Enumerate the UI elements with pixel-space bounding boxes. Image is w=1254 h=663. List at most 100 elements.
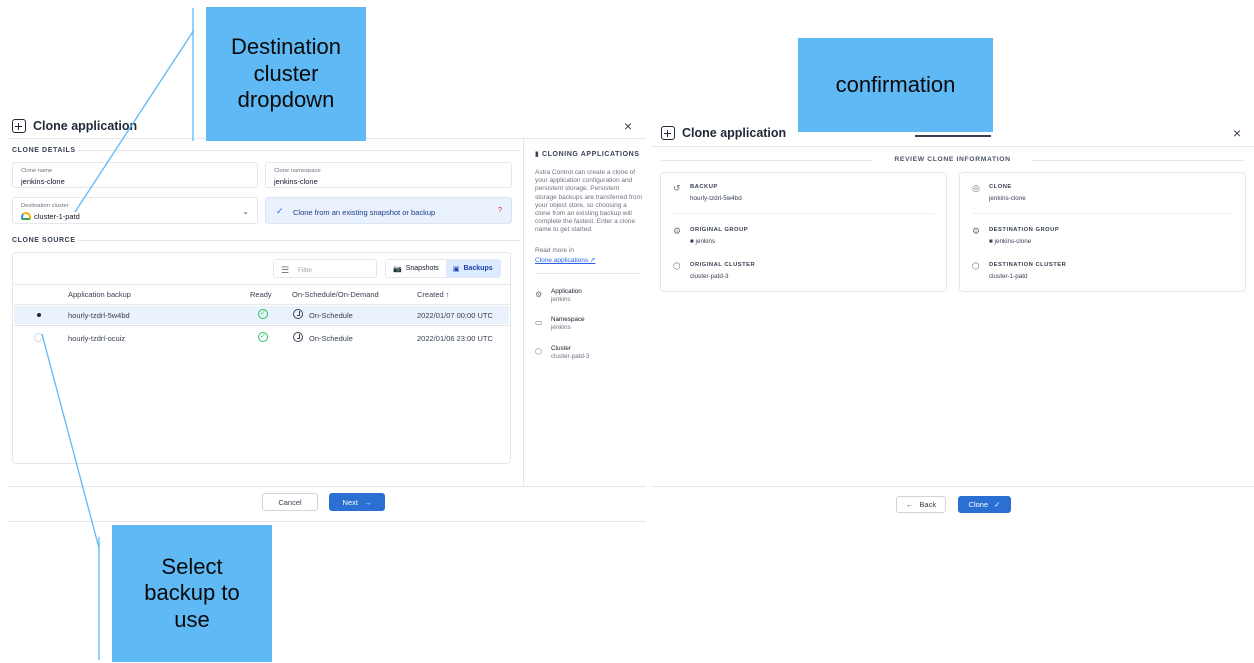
column-ready[interactable]: Ready (250, 290, 272, 299)
backup-value: hourly-tzdrl-5w4bd (690, 195, 742, 202)
history-icon: ↺ (673, 183, 681, 193)
cloning-heading-text: CLONING APPLICATIONS (542, 151, 640, 158)
column-created[interactable]: Created ↑ (417, 290, 450, 299)
ready-check-icon: ✓ (258, 332, 268, 342)
book-icon: ▮ (535, 151, 542, 158)
clone-namespace-label: Clone namespace (274, 168, 321, 174)
cluster-icon: ⬡ (535, 347, 542, 356)
camera-icon: 📷 (393, 265, 402, 273)
original-cluster-key: ORIGINAL CLUSTER (690, 262, 756, 268)
tab-backups[interactable]: ▣ Backups (445, 260, 500, 277)
schedule-type: On-Schedule (309, 334, 353, 343)
section-divider-2 (78, 240, 520, 241)
source-type-toggle: 📷 Snapshots ▣ Backups (385, 259, 501, 278)
close-icon[interactable]: × (624, 118, 632, 134)
review-clone-dialog: Clone application × REVIEW CLONE INFORMA… (651, 118, 1254, 518)
cancel-button[interactable]: Cancel (262, 493, 318, 511)
created-date: 2022/01/06 23:00 UTC (417, 334, 493, 343)
destination-cluster-value: cluster-1-patd (21, 212, 80, 221)
tab-backups-label: Backups (463, 265, 493, 272)
clone-name-value: jenkins-clone (21, 177, 65, 186)
destination-info-card: ◎ CLONE jenkins-clone ⚙ DESTINATION GROU… (959, 172, 1246, 292)
tab-snapshots[interactable]: 📷 Snapshots (386, 260, 446, 277)
column-application-backup[interactable]: Application backup (68, 290, 131, 299)
next-button[interactable]: Next → (329, 493, 385, 511)
back-button[interactable]: ← Back (896, 496, 946, 513)
original-group-key: ORIGINAL GROUP (690, 227, 749, 233)
clock-icon (293, 309, 303, 319)
row-radio[interactable] (34, 310, 43, 319)
application-key: Application (551, 288, 582, 295)
sort-up-icon: ↑ (445, 290, 450, 299)
tab-snapshots-label: Snapshots (405, 265, 439, 272)
table-row[interactable]: hourly-tzdrl-5w4bd ✓ On-Schedule 2022/01… (14, 306, 509, 324)
cluster-icon: ⬡ (673, 261, 681, 271)
close-icon[interactable]: × (1233, 125, 1241, 141)
clone-namespace-field[interactable]: Clone namespace jenkins-clone (265, 162, 512, 188)
clone-name-label: Clone name (21, 168, 53, 174)
cluster-value: cluster-patd-3 (551, 353, 590, 360)
footer-divider (8, 486, 646, 487)
next-label: Next (342, 497, 358, 507)
side-divider (535, 273, 640, 274)
namespace-value: jenkins (551, 324, 571, 331)
review-clone-heading: REVIEW CLONE INFORMATION (651, 156, 1254, 163)
dialog-bottom-edge (8, 521, 646, 522)
filter-placeholder: Filter (298, 267, 313, 274)
footer-divider (651, 486, 1254, 487)
namespace-key: Namespace (551, 316, 585, 323)
chevron-down-icon: ⌄ (242, 207, 249, 216)
review-dialog-title: Clone application (661, 126, 786, 140)
step-progress-indicator (915, 135, 991, 137)
check-icon: ✓ (994, 500, 1001, 509)
destination-cluster-text: cluster-1-patd (34, 212, 80, 221)
clone-icon: ◎ (972, 183, 980, 193)
group-icon: ⚙ (972, 226, 981, 236)
section-divider (78, 150, 520, 151)
table-row[interactable]: hourly-tzdrl-ocuiz ✓ On-Schedule 2022/01… (14, 329, 509, 347)
header-divider (651, 146, 1254, 147)
backup-key: BACKUP (690, 184, 718, 190)
callout-destination-cluster: Destination cluster dropdown (206, 7, 366, 141)
header-row-divider (13, 304, 510, 305)
clone-applications-link[interactable]: Clone applications ↗ (535, 256, 595, 264)
clone-key: CLONE (989, 184, 1012, 190)
arrow-left-icon: ← (905, 500, 914, 509)
column-created-label: Created (417, 290, 444, 299)
clone-name-field[interactable]: Clone name jenkins-clone (12, 162, 258, 188)
destination-cluster-key: DESTINATION CLUSTER (989, 262, 1067, 268)
created-date: 2022/01/07 00:00 UTC (417, 311, 493, 320)
clone-from-snapshot-toggle[interactable]: ✓ Clone from an existing snapshot or bac… (265, 197, 512, 224)
help-icon[interactable]: ? (498, 207, 502, 214)
card-divider (972, 213, 1233, 214)
destination-group-value: ■ jenkins-clone (989, 238, 1032, 245)
application-value: jenkins (551, 296, 571, 303)
clone-namespace-value: jenkins-clone (274, 177, 318, 186)
cloning-applications-heading: ▮ CLONING APPLICATIONS (535, 150, 640, 158)
read-more-text: Read more in (535, 247, 575, 254)
folder-icon: ▭ (535, 318, 543, 327)
original-cluster-value: cluster-patd-3 (690, 273, 729, 280)
backup-name: hourly-tzdrl-ocuiz (68, 334, 126, 343)
cloning-info-panel: ▮ CLONING APPLICATIONS Astra Control can… (523, 138, 646, 486)
clone-details-label: CLONE DETAILS (12, 147, 76, 154)
toolbar-divider (13, 284, 510, 285)
arrow-right-icon: → (363, 497, 372, 507)
clone-label: Clone (968, 500, 989, 509)
callout-select-backup: Select backup to use (112, 525, 272, 662)
clone-source-label: CLONE SOURCE (12, 237, 76, 244)
filter-input[interactable]: ☰ Filter (273, 259, 377, 278)
schedule-type: On-Schedule (309, 311, 353, 320)
check-icon: ✓ (276, 206, 284, 216)
gcp-cloud-icon (21, 212, 31, 220)
clone-from-snapshot-label: Clone from an existing snapshot or backu… (293, 208, 436, 217)
clone-application-dialog: Clone application × CLONE DETAILS Clone … (8, 110, 646, 522)
column-schedule[interactable]: On-Schedule/On-Demand (292, 290, 379, 299)
dialog-title-text: Clone application (33, 119, 138, 133)
clone-button[interactable]: Clone ✓ (958, 496, 1011, 513)
destination-cluster-dropdown[interactable]: Destination cluster cluster-1-patd ⌄ (12, 197, 258, 224)
callout-confirmation: confirmation (798, 38, 993, 132)
dialog-title: Clone application (12, 119, 137, 133)
group-icon: ⚙ (673, 226, 682, 236)
row-radio[interactable] (34, 333, 43, 342)
